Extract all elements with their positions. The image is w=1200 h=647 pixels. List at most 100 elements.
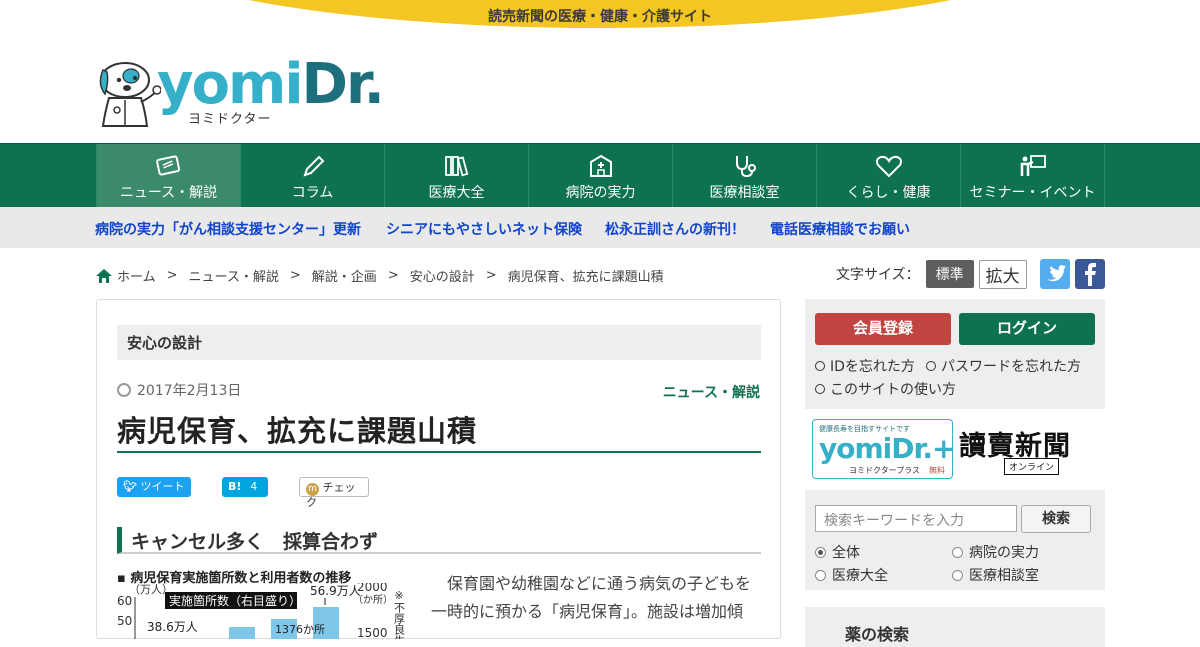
breadcrumb-item[interactable]: 解説・企画 xyxy=(312,266,377,285)
forgot-id-link[interactable]: IDを忘れた方 xyxy=(815,356,915,376)
bullet-icon xyxy=(815,384,825,394)
presenter-icon xyxy=(1020,155,1046,176)
breadcrumb-item[interactable]: 安心の設計 xyxy=(410,266,475,285)
hospital-icon xyxy=(590,154,612,177)
chart-ytick-right: 2000 xyxy=(357,583,388,594)
nav-item-label: セミナー・イベント xyxy=(969,185,1096,201)
nav-item-label: 病院の実力 xyxy=(565,185,636,201)
stethoscope-icon xyxy=(736,156,756,178)
breadcrumb-home[interactable]: ホーム xyxy=(117,266,156,285)
chart-series-label: 実施箇所数（右目盛り） xyxy=(169,593,301,608)
radio-icon xyxy=(815,569,826,581)
heart-icon xyxy=(876,155,902,178)
dog-mascot-icon xyxy=(99,62,161,127)
nav-item-seminar[interactable]: セミナー・イベント xyxy=(961,144,1105,208)
top-banner: 読売新聞の医療・健康・介護サイト xyxy=(0,0,1200,32)
chart-bar xyxy=(229,627,255,639)
chart-ytick: 60 xyxy=(117,594,132,608)
search-scope-encyclopedia[interactable]: 医療大全 xyxy=(815,565,888,585)
tweet-button[interactable]: 🐦︎ ツイート xyxy=(117,477,191,497)
home-icon xyxy=(96,268,112,283)
facebook-share-button[interactable] xyxy=(1075,259,1105,289)
nav-item-label: コラム xyxy=(291,185,334,201)
search-scope-hospital[interactable]: 病院の実力 xyxy=(952,542,1039,562)
article-panel: 安心の設計 2017年2月13日 ニュース・解説 病児保育、拡充に課題山積 🐦︎… xyxy=(96,299,781,639)
radio-icon xyxy=(952,569,963,581)
article-body: 保育園や幼稚園などに通う病気の子どもを 一時的に預かる「病児保育」。施設は増加傾 xyxy=(431,570,761,626)
plus-free: 無料 xyxy=(929,466,945,475)
facebook-icon xyxy=(1085,263,1096,286)
drug-search-box: 薬の検索 xyxy=(805,607,1105,647)
hatena-bookmark-button[interactable]: B! 4 xyxy=(222,477,268,497)
plus-wordmark: yomiDr.+ xyxy=(819,432,955,465)
site-howto-link[interactable]: このサイトの使い方 xyxy=(815,379,956,399)
chart-right-unit: （か所） xyxy=(353,594,393,606)
nav-item-consult[interactable]: 医療相談室 xyxy=(673,144,817,208)
search-box: 検索キーワードを入力 検索 全体 病院の実力 医療大全 医療相談室 xyxy=(805,490,1105,590)
search-scope-consult[interactable]: 医療相談室 xyxy=(952,565,1039,585)
subnav-link[interactable]: シニアにもやさしいネット保険 xyxy=(386,219,582,239)
search-button[interactable]: 検索 xyxy=(1021,505,1091,533)
nav-item-encyclopedia[interactable]: 医療大全 xyxy=(385,144,529,208)
nav-item-label: 医療大全 xyxy=(428,185,485,201)
nav-item-hospital[interactable]: 病院の実力 xyxy=(529,144,673,208)
breadcrumb-item[interactable]: ニュース・解説 xyxy=(189,266,279,285)
radio-selected-icon xyxy=(815,546,826,558)
subnav-link[interactable]: 病院の実力「がん相談支援センター」更新 xyxy=(95,219,361,239)
nav-item-column[interactable]: コラム xyxy=(241,144,385,208)
chart-plot: （万人） 60 50 実施箇所数（右目盛り） 56.9万人 38.6万人 137… xyxy=(117,583,406,639)
tweet-label: ツイート xyxy=(140,480,185,493)
font-size-standard-button[interactable]: 標準 xyxy=(925,260,974,288)
search-input[interactable]: 検索キーワードを入力 xyxy=(815,505,1017,532)
chart-ytick: 50 xyxy=(117,614,132,628)
hatena-icon: B! xyxy=(228,480,242,493)
article-date-text: 2017年2月13日 xyxy=(137,383,242,399)
chart-annotation: 38.6万人 xyxy=(147,620,198,634)
breadcrumb-separator: > xyxy=(166,268,178,283)
article-body-line: 一時的に預かる「病児保育」。施設は増加傾 xyxy=(431,602,744,621)
breadcrumb-separator: > xyxy=(387,268,399,283)
register-button[interactable]: 会員登録 xyxy=(815,313,951,345)
article-category-link[interactable]: ニュース・解説 xyxy=(663,382,760,402)
hatena-count: 4 xyxy=(250,480,258,493)
nav-item-label: 医療相談室 xyxy=(709,185,780,201)
site-tagline: 読売新聞の医療・健康・介護サイト xyxy=(488,9,712,25)
twitter-share-button[interactable] xyxy=(1040,259,1070,289)
books-icon xyxy=(445,156,469,177)
bullet-icon xyxy=(815,361,825,371)
site-logo[interactable]: yomiDr. ヨミドクター xyxy=(95,52,385,130)
nav-item-label: ニュース・解説 xyxy=(119,185,218,201)
logo-kana: ヨミドクター xyxy=(188,112,272,127)
forgot-password-link[interactable]: パスワードを忘れた方 xyxy=(926,356,1081,376)
twitter-icon: 🐦︎ xyxy=(123,480,137,493)
newspaper-icon xyxy=(156,155,181,176)
mixi-check-button[interactable]: m チェック xyxy=(299,477,369,509)
subnav-link[interactable]: 電話医療相談でお願い xyxy=(770,219,910,239)
yomidr-plus-banner[interactable]: 健康長寿を目指すサイトです yomiDr.+ ヨミドクタープラス 無料 xyxy=(812,419,955,479)
article-title: 病児保育、拡充に課題山積 xyxy=(117,408,761,453)
subnav-link[interactable]: 松永正訓さんの新刊！ xyxy=(605,219,745,239)
font-size-large-button[interactable]: 拡大 xyxy=(978,259,1027,289)
drug-search-title: 薬の検索 xyxy=(845,625,910,644)
yomiuri-online-label: オンライン xyxy=(1004,458,1060,475)
yomiuri-online-banner[interactable]: 讀賣新聞 オンライン xyxy=(959,424,1099,476)
search-scope-all[interactable]: 全体 xyxy=(815,542,860,562)
font-size-label: 文字サイズ： xyxy=(836,267,920,283)
article-subheading: キャンセル多く 採算合わず xyxy=(117,527,761,554)
pencil-icon xyxy=(303,155,325,177)
font-size-control: 文字サイズ： 標準 拡大 xyxy=(836,259,1027,289)
nav-item-news[interactable]: ニュース・解説 xyxy=(97,144,241,208)
breadcrumb-separator: > xyxy=(289,268,301,283)
login-box: 会員登録 ログイン IDを忘れた方 パスワードを忘れた方 このサイトの使い方 xyxy=(805,299,1105,409)
mixi-icon: m xyxy=(306,483,319,496)
article-category-box: 安心の設計 xyxy=(117,325,761,360)
sub-nav: 病院の実力「がん相談支援センター」更新 シニアにもやさしいネット保険 松永正訓さ… xyxy=(0,207,1200,248)
nav-item-label: くらし・健康 xyxy=(846,185,931,201)
article-chart: ▪ 病児保育実施箇所数と利用者数の推移 （万人） 60 50 実施箇所数（右目盛… xyxy=(117,567,417,639)
bullet-icon xyxy=(926,361,936,371)
nav-item-life[interactable]: くらし・健康 xyxy=(817,144,961,208)
breadcrumb-current: 病児保育、拡充に課題山積 xyxy=(507,270,664,285)
plus-kana: ヨミドクタープラス xyxy=(849,466,921,475)
login-button[interactable]: ログイン xyxy=(959,313,1095,345)
clock-icon xyxy=(117,383,131,397)
